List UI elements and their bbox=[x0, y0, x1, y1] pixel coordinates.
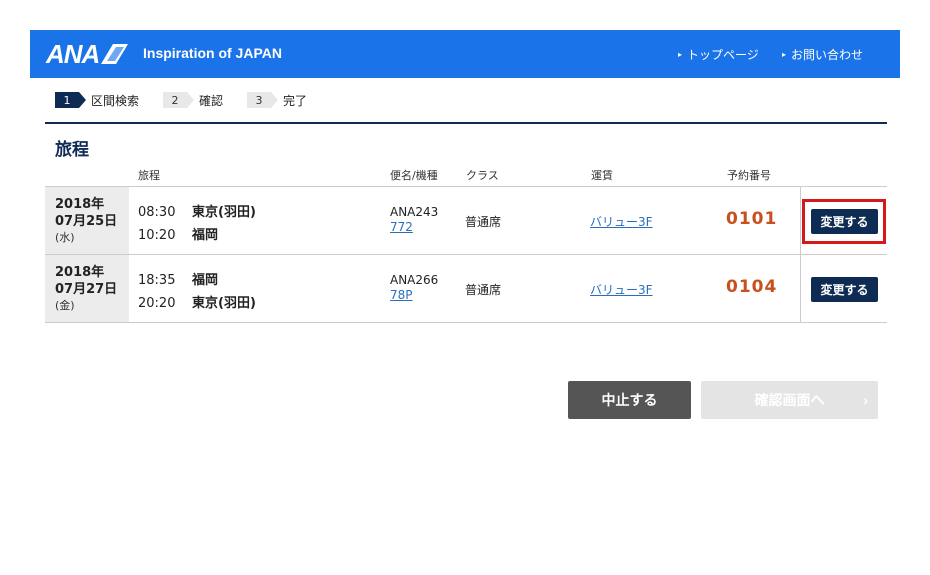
logo-slash-icon bbox=[101, 44, 129, 64]
col-fare: 運賃 bbox=[591, 169, 613, 182]
departure-airport: 福岡 bbox=[192, 273, 219, 288]
fare-link[interactable]: バリュー3F bbox=[590, 213, 653, 230]
fare-link[interactable]: バリュー3F bbox=[590, 281, 653, 298]
tagline: Inspiration of JAPAN bbox=[143, 45, 282, 61]
chevron-right-icon: ▸ bbox=[782, 50, 787, 59]
step-search: 1 区間検索 bbox=[55, 92, 139, 109]
column-divider bbox=[800, 255, 801, 322]
logo-text: ANA bbox=[46, 38, 100, 69]
itinerary-row: 2018年 07月27日 (金) 18:35 福岡 20:20 東京(羽田) ANA… bbox=[45, 255, 887, 323]
col-flight: 便名/機種 bbox=[390, 169, 438, 182]
change-button[interactable]: 変更する bbox=[811, 277, 878, 302]
arrival-segment: 20:20 東京(羽田) bbox=[138, 292, 256, 311]
flight-number: ANA266 bbox=[390, 273, 439, 287]
departure-time: 18:35 bbox=[138, 273, 176, 288]
progress-steps: 1 区間検索 2 確認 3 完了 bbox=[55, 92, 331, 108]
equipment-link[interactable]: 78P bbox=[390, 288, 438, 303]
arrival-airport: 福岡 bbox=[192, 228, 219, 243]
reservation-number: 0101 bbox=[726, 209, 778, 229]
chevron-right-icon: › bbox=[863, 392, 868, 408]
date-cell: 2018年 07月25日 (水) bbox=[45, 187, 129, 254]
flight-cell: ANA266 78P bbox=[390, 273, 438, 303]
col-reservation: 予約番号 bbox=[727, 169, 771, 182]
departure-segment: 08:30 東京(羽田) bbox=[138, 201, 256, 220]
arrival-segment: 10:20 福岡 bbox=[138, 224, 218, 243]
arrival-airport: 東京(羽田) bbox=[192, 296, 256, 311]
col-itinerary: 旅程 bbox=[138, 169, 160, 182]
date-weekday: (水) bbox=[55, 231, 75, 244]
step-number: 2 bbox=[163, 92, 195, 108]
change-button[interactable]: 変更する bbox=[811, 209, 878, 234]
step-label: 完了 bbox=[283, 93, 308, 108]
confirm-button[interactable]: 確認画面へ › bbox=[701, 381, 878, 419]
step-complete: 3 完了 bbox=[247, 92, 307, 109]
nav-top-label: トップページ bbox=[687, 48, 759, 62]
nav-contact-link[interactable]: ▸ お問い合わせ bbox=[782, 46, 863, 63]
departure-time: 08:30 bbox=[138, 205, 176, 220]
reservation-number: 0104 bbox=[726, 277, 778, 297]
col-class: クラス bbox=[466, 169, 499, 182]
confirm-label: 確認画面へ bbox=[754, 392, 825, 408]
nav-contact-label: お問い合わせ bbox=[791, 48, 864, 62]
class-value: 普通席 bbox=[465, 283, 502, 297]
arrival-time: 10:20 bbox=[138, 228, 176, 243]
step-number: 3 bbox=[247, 92, 279, 108]
departure-airport: 東京(羽田) bbox=[192, 205, 256, 220]
column-divider bbox=[800, 187, 801, 254]
flight-cell: ANA243 772 bbox=[390, 205, 438, 235]
class-value: 普通席 bbox=[465, 215, 502, 229]
departure-segment: 18:35 福岡 bbox=[138, 269, 218, 288]
date-year: 2018年 bbox=[55, 265, 105, 280]
nav-top-page-link[interactable]: ▸ トップページ bbox=[678, 46, 759, 63]
ana-logo[interactable]: ANA bbox=[46, 39, 129, 69]
step-label: 確認 bbox=[199, 93, 224, 108]
chevron-right-icon: ▸ bbox=[678, 50, 683, 59]
cancel-button[interactable]: 中止する bbox=[568, 381, 691, 419]
arrival-time: 20:20 bbox=[138, 296, 176, 311]
date-month-day: 07月25日 bbox=[55, 214, 118, 229]
section-title: 旅程 bbox=[55, 140, 89, 160]
itinerary-row: 2018年 07月25日 (水) 08:30 東京(羽田) 10:20 福岡 ANA… bbox=[45, 187, 887, 255]
step-number: 1 bbox=[55, 92, 86, 108]
flight-number: ANA243 bbox=[390, 205, 439, 219]
section-divider bbox=[45, 122, 887, 124]
site-header: ANA Inspiration of JAPAN ▸ トップページ ▸ お問い合わせ bbox=[30, 30, 900, 78]
step-confirm: 2 確認 bbox=[163, 92, 223, 109]
date-cell: 2018年 07月27日 (金) bbox=[45, 255, 129, 322]
date-year: 2018年 bbox=[55, 197, 105, 212]
date-weekday: (金) bbox=[55, 299, 75, 312]
date-month-day: 07月27日 bbox=[55, 282, 118, 297]
equipment-link[interactable]: 772 bbox=[390, 220, 438, 235]
step-label: 区間検索 bbox=[91, 93, 140, 108]
